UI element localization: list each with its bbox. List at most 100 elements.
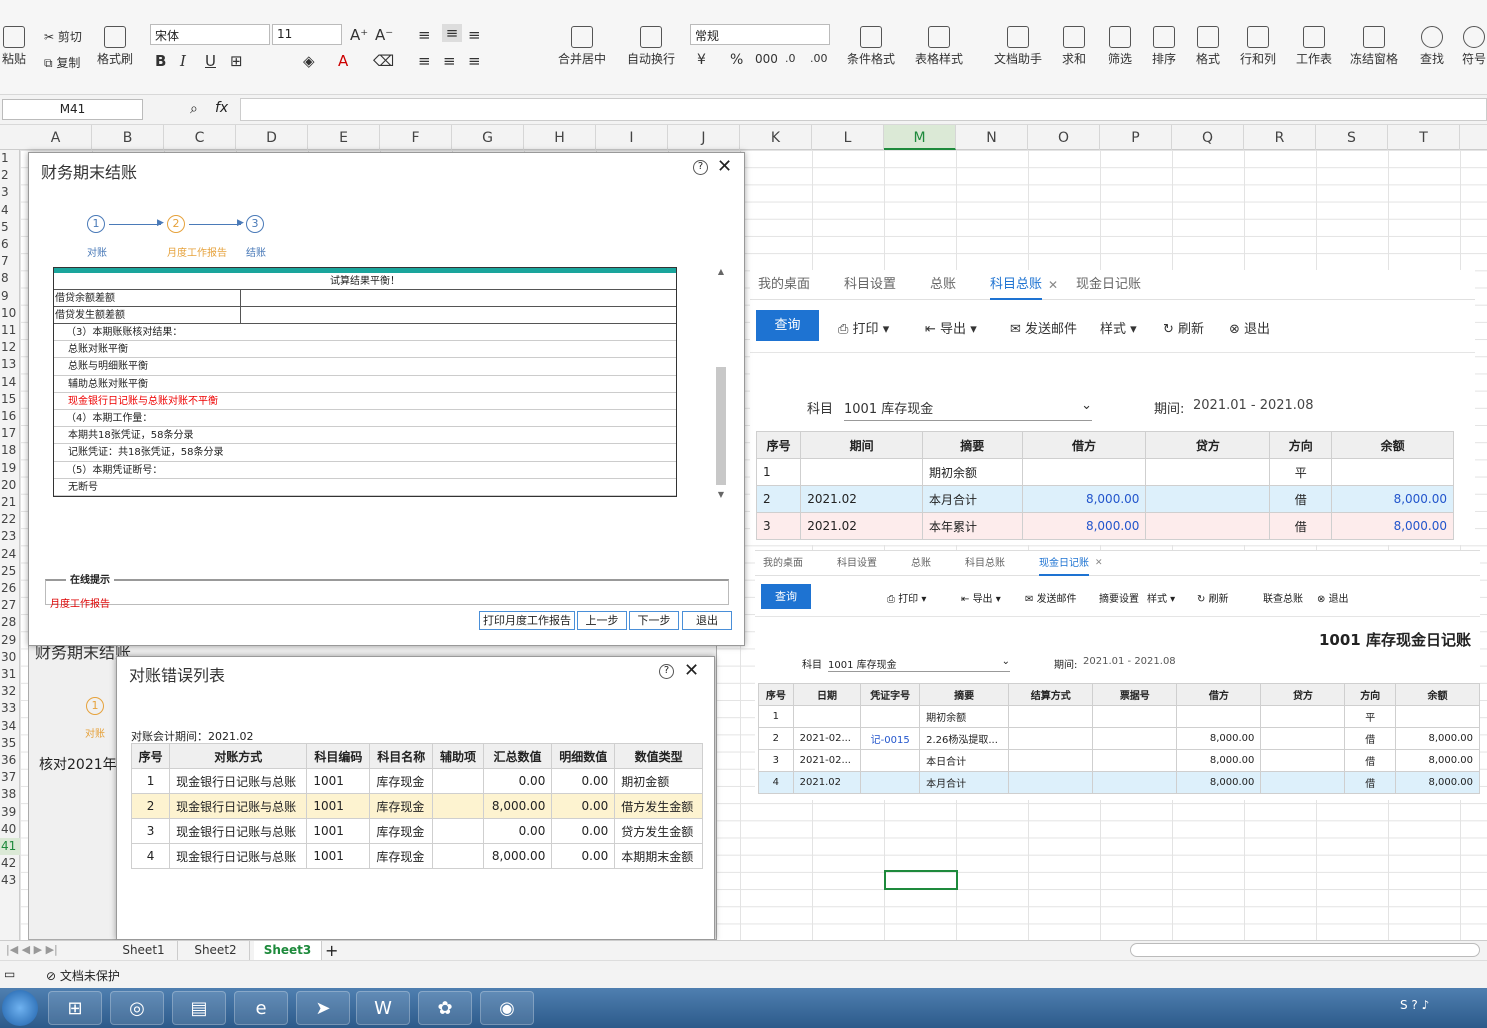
journal-subject-select[interactable]: 1001 库存现金 ⌄ — [828, 656, 1010, 672]
column-header[interactable]: 借方 — [1176, 683, 1262, 706]
paste-button[interactable]: 粘贴 — [2, 26, 26, 67]
freeze-button[interactable]: 冻结窗格 — [1350, 26, 1398, 67]
windows-icon[interactable]: ⊞ — [48, 991, 102, 1025]
selected-cell[interactable] — [884, 870, 958, 890]
tab-2[interactable]: 总账 — [930, 270, 956, 300]
table-row[interactable]: 2 2021-02... 记-0015 2.26杨泓提取... 8,000.00 借 8,0… — [758, 727, 1481, 750]
column-header[interactable]: 科目编码 — [306, 743, 371, 769]
table-row[interactable]: 2 2021.02 本月合计 8,000.00 借 8,000.00 — [755, 485, 1454, 513]
row-header[interactable]: 36 — [0, 752, 20, 769]
font-name-select[interactable]: 宋体 — [150, 24, 270, 45]
column-header[interactable]: A — [20, 125, 92, 150]
row-header[interactable]: 19 — [0, 460, 20, 477]
italic-button[interactable]: I — [180, 52, 186, 70]
row-header[interactable]: 1 — [0, 150, 20, 167]
add-sheet-icon[interactable]: + — [325, 941, 338, 960]
percent-icon[interactable]: % — [730, 52, 743, 68]
column-header[interactable]: 序号 — [758, 683, 794, 706]
print-button[interactable]: ⎙ 打印 ▾ — [838, 318, 889, 337]
journal-toolbar-item[interactable]: ⎙ 打印 ▾ — [887, 590, 926, 605]
sheet-tab[interactable]: Sheet2 — [182, 941, 250, 960]
row-header[interactable]: 39 — [0, 804, 20, 821]
column-header[interactable]: P — [1100, 125, 1172, 150]
align-center-icon[interactable]: ≡ — [443, 52, 456, 70]
row-header[interactable]: 7 — [0, 253, 20, 270]
table-row[interactable]: 1 现金银行日记账与总账 1001 库存现金 0.00 0.00 期初金额 — [130, 768, 703, 794]
fill-color-icon[interactable]: ◈ — [303, 52, 315, 70]
row-header[interactable]: 38 — [0, 786, 20, 803]
currency-icon[interactable]: ¥ — [697, 52, 706, 68]
row-header[interactable]: 17 — [0, 425, 20, 442]
folder-icon[interactable]: ▤ — [172, 991, 226, 1025]
row-header[interactable]: 25 — [0, 563, 20, 580]
close-icon[interactable]: ✕ — [717, 156, 732, 177]
row-header[interactable]: 16 — [0, 408, 20, 425]
column-header[interactable]: E — [308, 125, 380, 150]
eraser-icon[interactable]: ⌫ — [373, 52, 394, 70]
column-header[interactable]: B — [92, 125, 164, 150]
column-header[interactable]: G — [452, 125, 524, 150]
format-button[interactable]: 格式 — [1196, 26, 1220, 67]
column-header[interactable]: N — [956, 125, 1028, 150]
align-top-icon[interactable]: ≡ — [418, 26, 431, 44]
row-header[interactable]: 40 — [0, 821, 20, 838]
tab-1[interactable]: 科目设置 — [837, 551, 877, 576]
column-header[interactable]: J — [668, 125, 740, 150]
tab-0[interactable]: 我的桌面 — [758, 270, 810, 300]
table-style-button[interactable]: 表格样式 — [915, 26, 963, 67]
tab-0[interactable]: 我的桌面 — [763, 551, 803, 576]
sheet-nav-icon[interactable]: |◀ ◀ ▶ ▶| — [6, 943, 58, 956]
scrollbar[interactable]: ▲ ▼ — [715, 267, 727, 499]
row-header[interactable]: 28 — [0, 614, 20, 631]
row-header[interactable]: 42 — [0, 855, 20, 872]
row-header[interactable]: 6 — [0, 236, 20, 253]
table-row[interactable]: 3 2021.02 本年累计 8,000.00 借 8,000.00 — [755, 512, 1454, 540]
column-header[interactable]: 贷方 — [1145, 431, 1271, 459]
style-button[interactable]: 样式 ▾ — [1100, 318, 1137, 337]
send-mail-button[interactable]: ✉ 发送邮件 — [1010, 318, 1077, 337]
row-col-button[interactable]: 行和列 — [1240, 26, 1276, 67]
column-header[interactable]: 余额 — [1331, 431, 1454, 459]
column-header[interactable]: R — [1244, 125, 1316, 150]
next-step-button[interactable]: 下一步 — [629, 611, 679, 630]
subject-select[interactable]: 1001 库存现金 ⌄ — [844, 398, 1092, 421]
tray-icons[interactable]: S ? ♪ — [1400, 998, 1429, 1012]
row-header[interactable]: 32 — [0, 683, 20, 700]
column-header[interactable]: S — [1316, 125, 1388, 150]
column-header[interactable]: 余额 — [1394, 683, 1481, 706]
column-header[interactable]: 对账方式 — [169, 743, 308, 769]
row-header[interactable]: 12 — [0, 339, 20, 356]
column-header[interactable]: C — [164, 125, 236, 150]
worksheet-button[interactable]: 工作表 — [1296, 26, 1332, 67]
table-row[interactable]: 4 现金银行日记账与总账 1001 库存现金 8,000.00 0.00 本期期末金额 — [130, 843, 703, 869]
row-header[interactable]: 15 — [0, 391, 20, 408]
row-header[interactable]: 24 — [0, 546, 20, 563]
scroll-up-icon[interactable]: ▲ — [715, 267, 727, 276]
sheet-tab[interactable]: Sheet1 — [110, 941, 178, 960]
row-header[interactable]: 35 — [0, 735, 20, 752]
column-header[interactable]: 期间 — [800, 431, 923, 459]
column-header[interactable]: T — [1388, 125, 1460, 150]
app-icon[interactable]: ✿ — [418, 991, 472, 1025]
column-header[interactable]: 辅助项 — [432, 743, 484, 769]
row-header[interactable]: 10 — [0, 305, 20, 322]
cond-format-button[interactable]: 条件格式 — [847, 26, 895, 67]
journal-toolbar-item[interactable]: 摘要设置 — [1099, 590, 1139, 605]
browser-icon[interactable]: ◎ — [110, 991, 164, 1025]
row-header[interactable]: 33 — [0, 700, 20, 717]
prev-step-button[interactable]: 上一步 — [577, 611, 627, 630]
cut-button[interactable]: ✂ 剪切 — [44, 28, 82, 45]
table-row[interactable]: 2 现金银行日记账与总账 1001 库存现金 8,000.00 0.00 借方发生金额 — [130, 793, 703, 819]
auto-wrap-button[interactable]: 自动换行 — [627, 26, 675, 67]
increase-decimal-icon[interactable]: .0 — [785, 52, 796, 65]
wps-icon[interactable]: W — [356, 991, 410, 1025]
row-header[interactable]: 11 — [0, 322, 20, 339]
query-button[interactable]: 查询 — [756, 310, 819, 341]
journal-toolbar-item[interactable]: 样式 ▾ — [1147, 590, 1175, 605]
column-header[interactable]: 贷方 — [1260, 683, 1346, 706]
row-header[interactable]: 4 — [0, 202, 20, 219]
font-grow-icon[interactable]: A⁺ — [350, 26, 368, 44]
tab-3[interactable]: 科目总账 — [965, 551, 1005, 576]
journal-toolbar-item[interactable]: ⊗ 退出 — [1317, 590, 1349, 605]
merge-center-button[interactable]: 合并居中 — [558, 26, 606, 67]
